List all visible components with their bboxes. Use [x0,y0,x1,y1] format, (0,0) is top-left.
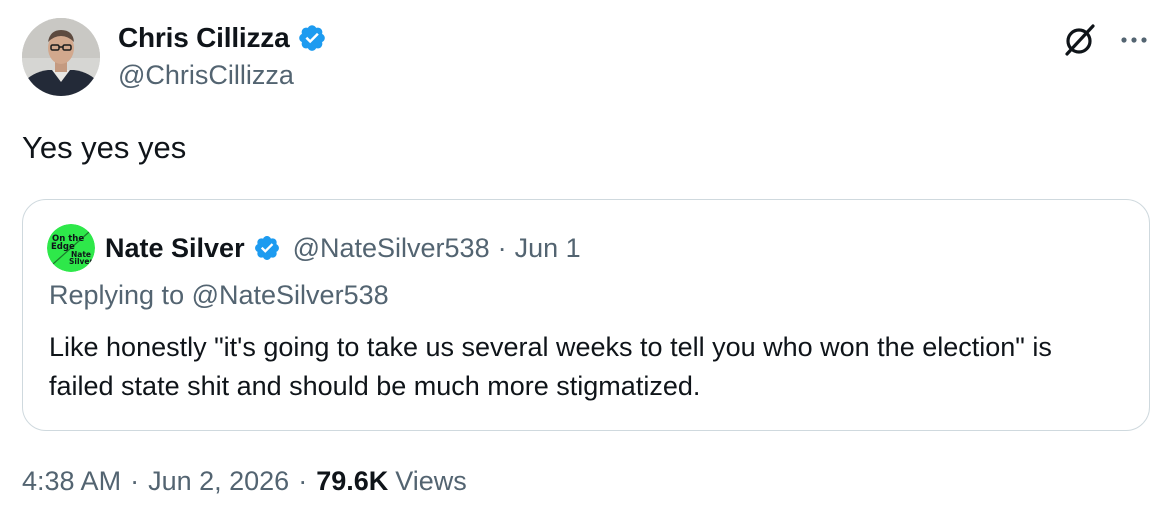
author-avatar[interactable] [22,18,100,96]
verified-badge-icon [299,25,326,51]
tweet-text: Yes yes yes [22,130,187,165]
quoted-tweet-card[interactable]: On the Edge Nate Silver Nate Silver @Nat… [22,199,1150,431]
quoted-header: Nate Silver @NateSilver538 · Jun 1 [105,228,581,268]
meta-separator-1: · [130,466,140,496]
on-the-edge-logo-icon: On the Edge Nate Silver [47,224,95,272]
quoted-author-handle[interactable]: @NateSilver538 [293,233,490,264]
author-handle[interactable]: @ChrisCillizza [118,60,294,91]
quoted-author-avatar[interactable]: On the Edge Nate Silver [47,224,95,272]
quoted-tweet-text: Like honestly "it's going to take us sev… [49,332,1052,401]
tweet-time[interactable]: 4:38 AM [22,466,121,497]
quoted-separator: · [497,232,507,263]
quoted-verified-badge-icon [254,236,279,260]
quoted-author-name[interactable]: Nate Silver [105,233,245,264]
person-photo-icon [22,18,100,96]
author-name[interactable]: Chris Cillizza [118,22,290,54]
replying-prefix: Replying to [49,280,185,310]
tweet-date[interactable]: Jun 2, 2026 [148,466,289,497]
views-label: Views [395,466,467,496]
meta-separator-2: · [298,466,308,496]
replying-to-handle[interactable]: @NateSilver538 [192,280,389,310]
grok-icon[interactable] [1062,22,1098,58]
views-count[interactable]: 79.6K [316,466,388,497]
more-icon[interactable] [1116,28,1152,52]
tweet-meta: 4:38 AM · Jun 2, 2026 · 79.6K Views [22,466,467,497]
quoted-date[interactable]: Jun 1 [515,233,581,264]
author-name-row[interactable]: Chris Cillizza [118,18,327,58]
logo-text-silver: Silver [69,257,94,266]
replying-to-line: Replying to @NateSilver538 [49,280,389,311]
